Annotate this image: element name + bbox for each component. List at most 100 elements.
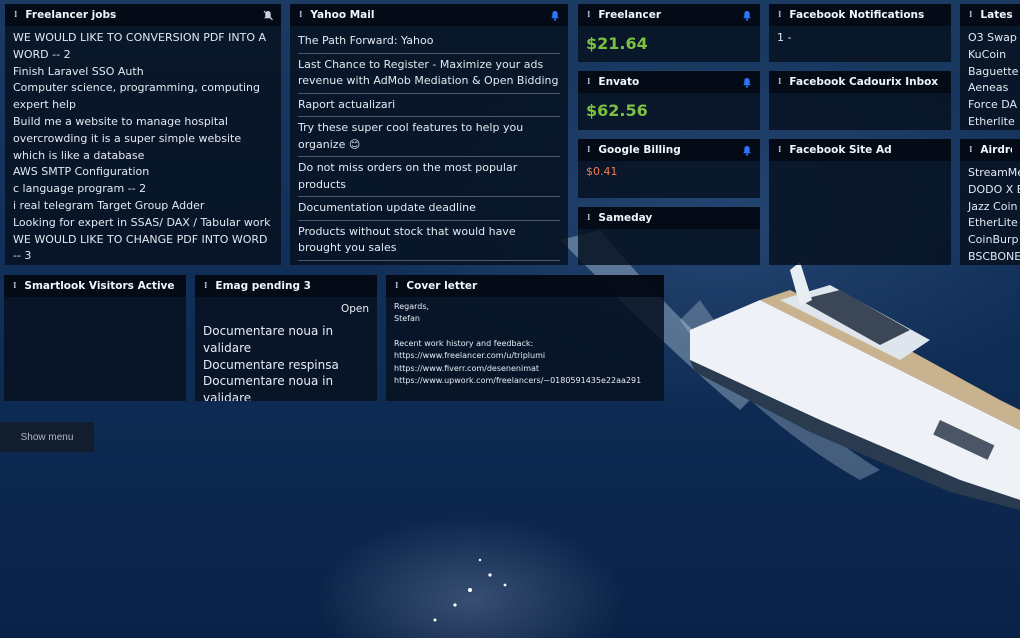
mail-list-item[interactable]: Try these super cool features to help yo…	[298, 117, 560, 157]
drag-handle-icon[interactable]: ⁞	[587, 77, 591, 87]
widget-header[interactable]: ⁞ Sameday	[578, 207, 760, 229]
pending-list-item[interactable]: Documentare noua in validare	[203, 373, 369, 401]
bell-icon[interactable]	[742, 77, 752, 88]
drag-handle-icon[interactable]: ⁞	[587, 10, 591, 20]
drag-handle-icon[interactable]: ⁞	[778, 77, 782, 87]
mail-list-item[interactable]: Last Chance to Register - Maximize your …	[298, 54, 560, 94]
airdrop-list-item[interactable]: BSCBONE	[968, 249, 1020, 265]
airdrop-list: StreamMe DODO X B Jazz Coin EtherLite CoinBu…	[960, 161, 1020, 265]
notification-count: 1 -	[777, 31, 792, 44]
cover-letter-line: Stefan	[394, 314, 420, 324]
widget-title: Facebook Site Ad	[789, 144, 892, 156]
drag-handle-icon[interactable]: ⁞	[969, 145, 973, 155]
job-list-item[interactable]: Finish Laravel SSO Auth	[13, 64, 273, 81]
open-link[interactable]: Open	[195, 297, 377, 323]
widget-title: Envato	[598, 76, 640, 88]
widget-smartlook: ⁞ Smartlook Visitors Active 2	[4, 275, 186, 401]
mail-list-item[interactable]: The Path Forward: Yahoo	[298, 30, 560, 54]
airdrop-list-item[interactable]: StreamMe	[968, 165, 1020, 182]
job-list-item[interactable]: Looking for expert in SSAS/ DAX / Tabula…	[13, 215, 273, 232]
drag-handle-icon[interactable]: ⁞	[587, 145, 591, 155]
job-list-item[interactable]: i real telegram Target Group Adder	[13, 198, 273, 215]
cover-letter-line: https://www.freelancer.com/u/triplumi	[394, 351, 546, 361]
widget-title: Smartlook Visitors Active 2	[24, 280, 178, 292]
balance-amount: $62.56	[586, 101, 648, 120]
cover-letter-line: Regards,	[394, 302, 430, 311]
widget-title: Freelancer	[598, 9, 662, 21]
drag-handle-icon[interactable]: ⁞	[778, 145, 782, 155]
widget-header[interactable]: ⁞ Facebook Cadourix Inbox	[769, 71, 951, 93]
airdrop-list-item[interactable]: Jazz Coin	[968, 199, 1017, 216]
bell-icon[interactable]	[550, 10, 560, 21]
drag-handle-icon[interactable]: ⁞	[299, 10, 303, 20]
coin-list-item[interactable]: Etherlite	[968, 114, 1015, 130]
cover-letter-line	[394, 326, 656, 338]
widget-header[interactable]: ⁞ Cover letter	[386, 275, 664, 297]
widget-header[interactable]: ⁞ Freelancer	[578, 4, 760, 26]
widget-header[interactable]: ⁞ Latest A	[960, 4, 1020, 26]
widget-title: Emag pending 3	[215, 280, 311, 292]
widget-header[interactable]: ⁞ Envato	[578, 71, 760, 93]
cover-letter-line: Recent work history and feedback:	[394, 338, 534, 348]
widget-title: Airdrop	[980, 144, 1012, 156]
airdrop-list-item[interactable]: CoinBurp	[968, 232, 1018, 249]
airdrop-list-item[interactable]: DODO X B	[968, 182, 1020, 199]
bell-icon[interactable]	[742, 145, 752, 156]
widget-envato: ⁞ Envato $62.56	[578, 71, 760, 130]
widget-facebook-notifications: ⁞ Facebook Notifications 1 -	[769, 4, 951, 62]
widget-google-billing: ⁞ Google Billing $0.41	[578, 139, 760, 198]
mail-list-item[interactable]: Raport actualizari	[298, 94, 560, 117]
mail-list-item[interactable]: Documentation update deadline	[298, 197, 560, 221]
coin-list-item[interactable]: Force DA	[968, 97, 1017, 114]
billing-amount: $0.41	[586, 165, 618, 178]
pending-list-item[interactable]: Documentare respinsa	[203, 357, 369, 374]
mail-list-item[interactable]: Products without stock that would have b…	[298, 221, 560, 261]
drag-handle-icon[interactable]: ⁞	[204, 281, 208, 291]
job-list: WE WOULD LIKE TO CONVERSION PDF INTO A W…	[5, 26, 281, 265]
widget-sameday: ⁞ Sameday	[578, 207, 760, 265]
widget-emag: ⁞ Emag pending 3 Open Documentare noua i…	[195, 275, 377, 401]
widget-title: Cover letter	[406, 280, 478, 292]
coin-list-item[interactable]: Baguette	[968, 64, 1018, 81]
widget-header[interactable]: ⁞ Airdrop	[960, 139, 1020, 161]
bell-icon[interactable]	[742, 10, 752, 21]
cover-letter-line: https://www.upwork.com/freelancers/~0180…	[394, 376, 642, 386]
drag-handle-icon[interactable]: ⁞	[587, 213, 591, 223]
job-list-item[interactable]: WE WOULD LIKE TO CONVERSION PDF INTO A W…	[13, 30, 273, 64]
widget-header[interactable]: ⁞ Emag pending 3	[195, 275, 377, 297]
widget-facebook-inbox: ⁞ Facebook Cadourix Inbox	[769, 71, 951, 130]
widget-header[interactable]: ⁞ Freelancer jobs	[5, 4, 281, 26]
job-list-item[interactable]: c language program -- 2	[13, 181, 273, 198]
airdrop-list-item[interactable]: EtherLite	[968, 215, 1018, 232]
widget-header[interactable]: ⁞ Facebook Site Ad	[769, 139, 951, 161]
coin-list-item[interactable]: Aeneas	[968, 80, 1012, 97]
show-menu-button[interactable]: Show menu	[0, 422, 94, 452]
drag-handle-icon[interactable]: ⁞	[778, 10, 782, 20]
widget-title: Facebook Cadourix Inbox	[789, 76, 939, 88]
widget-freelancer-jobs: ⁞ Freelancer jobs WE WOULD LIKE TO CONVE…	[5, 4, 281, 265]
widget-header[interactable]: ⁞ Smartlook Visitors Active 2	[4, 275, 186, 297]
drag-handle-icon[interactable]: ⁞	[13, 281, 17, 291]
widget-freelancer: ⁞ Freelancer $21.64	[578, 4, 760, 62]
widget-header[interactable]: ⁞ Facebook Notifications	[769, 4, 951, 26]
widget-header[interactable]: ⁞ Google Billing	[578, 139, 760, 161]
coin-list-item[interactable]: O3 Swap	[968, 30, 1017, 47]
job-list-item[interactable]: Computer science, programming, computing…	[13, 80, 273, 114]
coin-list-item[interactable]: KuCoin	[968, 47, 1012, 64]
coin-list: O3 Swap KuCoin Baguette Aeneas Force DA Ether…	[960, 26, 1020, 130]
widget-facebook-site-ad: ⁞ Facebook Site Ad	[769, 139, 951, 265]
bell-muted-icon[interactable]	[263, 10, 273, 21]
job-list-item[interactable]: WE WOULD LIKE TO CHANGE PDF INTO WORD --…	[13, 232, 273, 265]
job-list-item[interactable]: Build me a website to manage hospital ov…	[13, 114, 273, 164]
pending-list-item[interactable]: Documentare noua in validare	[203, 323, 369, 357]
widget-title: Latest A	[980, 9, 1012, 21]
widget-header[interactable]: ⁞ Yahoo Mail	[290, 4, 568, 26]
widget-title: Facebook Notifications	[789, 9, 925, 21]
cover-letter-text[interactable]: Regards, Stefan Recent work history and fe…	[386, 297, 664, 391]
mail-list-item[interactable]: Do not miss orders on the most popular p…	[298, 157, 560, 197]
job-list-item[interactable]: AWS SMTP Configuration	[13, 164, 273, 181]
drag-handle-icon[interactable]: ⁞	[969, 10, 973, 20]
drag-handle-icon[interactable]: ⁞	[395, 281, 399, 291]
mail-list: The Path Forward: Yahoo Last Chance to Re…	[290, 26, 568, 265]
drag-handle-icon[interactable]: ⁞	[14, 10, 18, 20]
